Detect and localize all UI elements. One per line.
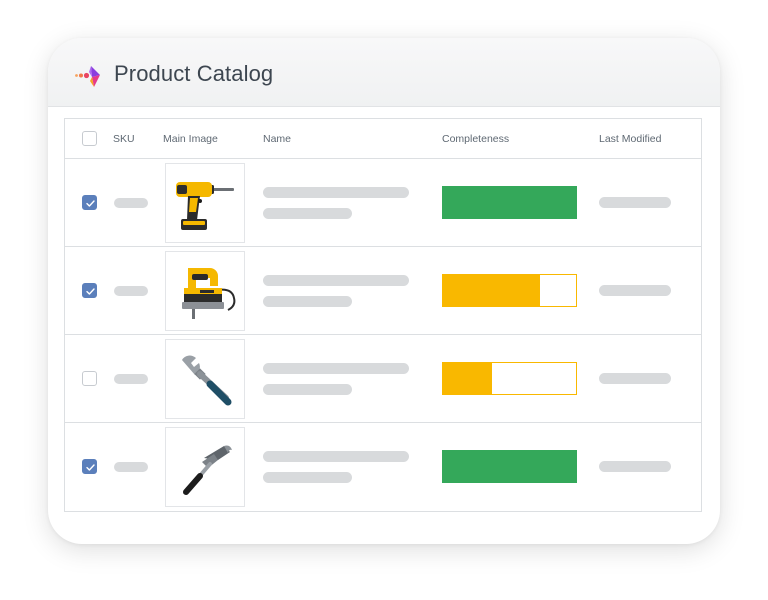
page-title: Product Catalog: [114, 61, 274, 86]
name-placeholder-line: [263, 275, 409, 286]
select-all-checkbox[interactable]: [82, 131, 97, 146]
name-placeholder-line: [263, 296, 352, 307]
completeness-bar-fill: [443, 187, 576, 218]
row-checkbox[interactable]: [82, 283, 97, 298]
catalog-header: Product Catalog: [48, 38, 720, 107]
row-checkbox[interactable]: [82, 371, 97, 386]
column-header-main-image[interactable]: Main Image: [163, 133, 218, 145]
completeness-bar: [442, 450, 577, 483]
product-thumbnail[interactable]: [165, 163, 245, 243]
name-placeholder-line: [263, 208, 352, 219]
column-header-completeness[interactable]: Completeness: [442, 133, 509, 145]
product-catalog-card: Product Catalog SKU Main Image Name Comp…: [48, 38, 720, 544]
column-header-name[interactable]: Name: [263, 133, 291, 145]
table-row[interactable]: [65, 335, 701, 423]
product-thumbnail[interactable]: [165, 251, 245, 331]
jigsaw-icon: [182, 268, 236, 319]
table-header: SKU Main Image Name Completeness Last Mo…: [65, 119, 701, 159]
row-checkbox[interactable]: [82, 459, 97, 474]
name-placeholder-line: [263, 451, 409, 462]
sku-placeholder: [114, 462, 148, 472]
sku-placeholder: [114, 374, 148, 384]
brand-logo-icon: [75, 66, 100, 87]
completeness-bar-fill: [443, 451, 576, 482]
hammer-icon: [183, 445, 232, 495]
product-thumbnail[interactable]: [165, 339, 245, 419]
completeness-bar: [442, 186, 577, 219]
completeness-bar: [442, 362, 577, 395]
adjustable-wrench-icon: [182, 355, 232, 406]
name-placeholder-line: [263, 384, 352, 395]
sku-placeholder: [114, 198, 148, 208]
product-thumbnail[interactable]: [165, 427, 245, 507]
last-modified-placeholder: [599, 285, 671, 296]
product-table: SKU Main Image Name Completeness Last Mo…: [64, 118, 702, 512]
name-placeholder-line: [263, 363, 409, 374]
name-placeholder-line: [263, 187, 409, 198]
sku-placeholder: [114, 286, 148, 296]
last-modified-placeholder: [599, 373, 671, 384]
last-modified-placeholder: [599, 461, 671, 472]
table-row[interactable]: [65, 423, 701, 511]
table-row[interactable]: [65, 247, 701, 335]
column-header-sku[interactable]: SKU: [113, 133, 135, 145]
table-row[interactable]: [65, 159, 701, 247]
name-placeholder-line: [263, 472, 352, 483]
column-header-last-modified[interactable]: Last Modified: [599, 133, 661, 145]
row-checkbox[interactable]: [82, 195, 97, 210]
completeness-bar-fill: [443, 275, 541, 306]
completeness-bar: [442, 274, 577, 307]
last-modified-placeholder: [599, 197, 671, 208]
cordless-drill-icon: [176, 182, 234, 230]
completeness-bar-fill: [443, 363, 493, 394]
